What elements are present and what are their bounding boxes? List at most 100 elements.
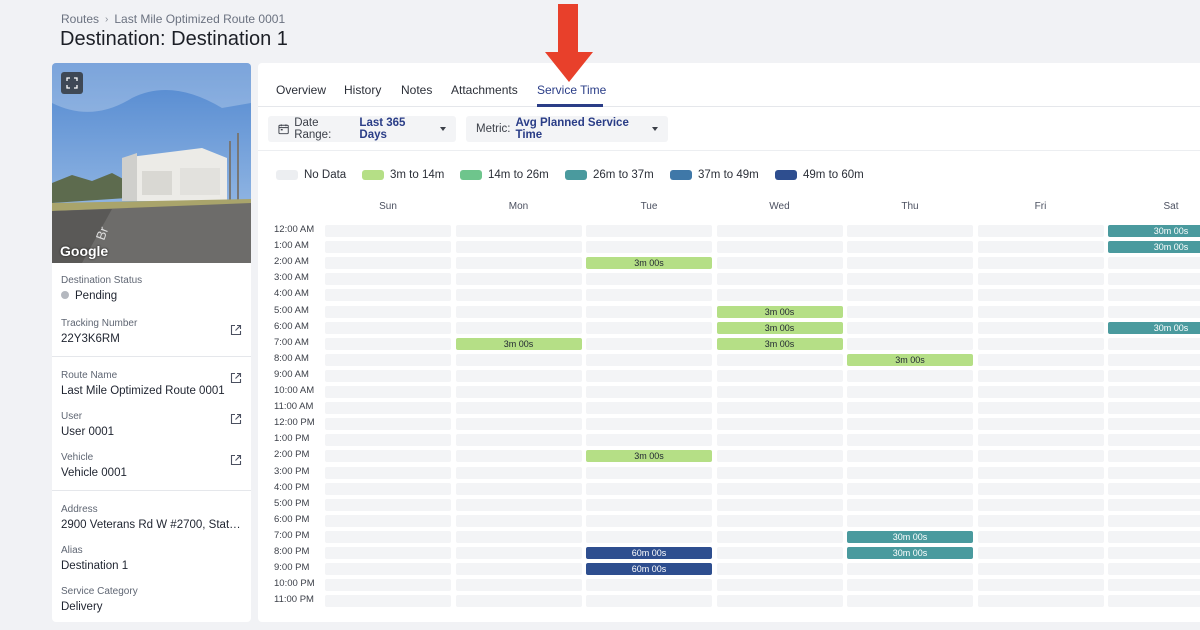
heatmap-cell[interactable] — [1108, 514, 1200, 527]
heatmap-cell[interactable] — [847, 337, 973, 350]
heatmap-cell[interactable] — [455, 418, 582, 431]
heatmap-cell[interactable] — [847, 225, 973, 237]
heatmap-cell[interactable] — [977, 466, 1104, 479]
heatmap-cell[interactable] — [1108, 369, 1200, 382]
heatmap-cell[interactable] — [847, 369, 973, 382]
heatmap-cell[interactable] — [455, 353, 582, 366]
heatmap-cell[interactable] — [847, 402, 973, 415]
heatmap-cell[interactable] — [586, 530, 712, 543]
heatmap-cell[interactable]: 60m 00s — [586, 563, 712, 576]
heatmap-cell[interactable] — [325, 289, 451, 302]
heatmap-cell[interactable] — [1108, 402, 1200, 415]
heatmap-cell[interactable]: 30m 00s — [1108, 225, 1200, 237]
heatmap-cell[interactable] — [716, 563, 843, 576]
heatmap-cell[interactable] — [586, 337, 712, 350]
heatmap-cell[interactable] — [847, 273, 973, 286]
heatmap-cell[interactable] — [455, 547, 582, 559]
heatmap-cell[interactable] — [1108, 353, 1200, 366]
heatmap-cell[interactable] — [586, 305, 712, 318]
heatmap-cell[interactable] — [455, 305, 582, 318]
heatmap-cell[interactable] — [325, 353, 451, 366]
heatmap-cell[interactable] — [455, 450, 582, 463]
heatmap-cell[interactable] — [977, 498, 1104, 511]
tab-service-time[interactable]: Service Time — [537, 83, 606, 97]
heatmap-cell[interactable] — [1108, 305, 1200, 318]
heatmap-cell[interactable] — [455, 563, 582, 576]
heatmap-cell[interactable] — [716, 418, 843, 431]
heatmap-cell[interactable] — [1108, 289, 1200, 302]
heatmap-cell[interactable] — [455, 498, 582, 511]
expand-icon[interactable] — [61, 72, 83, 94]
external-link-icon[interactable] — [230, 454, 242, 466]
heatmap-cell[interactable]: 30m 00s — [1108, 241, 1200, 254]
heatmap-cell[interactable] — [586, 514, 712, 527]
heatmap-cell[interactable] — [716, 386, 843, 398]
heatmap-cell[interactable] — [847, 241, 973, 254]
heatmap-cell[interactable] — [1108, 498, 1200, 511]
heatmap-cell[interactable] — [977, 257, 1104, 270]
heatmap-cell[interactable] — [847, 563, 973, 576]
heatmap-cell[interactable] — [325, 579, 451, 592]
heatmap-cell[interactable]: 60m 00s — [586, 547, 712, 559]
heatmap-cell[interactable] — [586, 386, 712, 398]
breadcrumb-routes-link[interactable]: Routes — [61, 12, 99, 26]
heatmap-cell[interactable]: 30m 00s — [847, 547, 973, 559]
heatmap-cell[interactable] — [716, 289, 843, 302]
heatmap-cell[interactable] — [325, 530, 451, 543]
heatmap-cell[interactable]: 3m 00s — [716, 305, 843, 318]
heatmap-cell[interactable]: 3m 00s — [847, 353, 973, 366]
heatmap-cell[interactable] — [977, 289, 1104, 302]
heatmap-cell[interactable] — [325, 321, 451, 334]
heatmap-cell[interactable] — [455, 321, 582, 334]
heatmap-cell[interactable] — [716, 369, 843, 382]
heatmap-cell[interactable]: 30m 00s — [1108, 321, 1200, 334]
heatmap-cell[interactable] — [847, 257, 973, 270]
heatmap-cell[interactable] — [716, 530, 843, 543]
heatmap-cell[interactable] — [716, 514, 843, 527]
external-link-icon[interactable] — [230, 324, 242, 336]
heatmap-cell[interactable] — [1108, 273, 1200, 286]
heatmap-cell[interactable]: 3m 00s — [455, 337, 582, 350]
heatmap-cell[interactable] — [977, 402, 1104, 415]
heatmap-cell[interactable] — [455, 225, 582, 237]
heatmap-cell[interactable] — [977, 418, 1104, 431]
heatmap-cell[interactable] — [847, 450, 973, 463]
metric-dropdown[interactable]: Metric: Avg Planned Service Time — [466, 116, 668, 142]
heatmap-cell[interactable] — [1108, 579, 1200, 592]
street-view-image[interactable]: Br Google — [52, 63, 251, 263]
heatmap-cell[interactable] — [325, 547, 451, 559]
external-link-icon[interactable] — [230, 413, 242, 425]
heatmap-cell[interactable] — [325, 514, 451, 527]
heatmap-cell[interactable]: 30m 00s — [847, 530, 973, 543]
heatmap-cell[interactable] — [847, 498, 973, 511]
heatmap-cell[interactable] — [977, 337, 1104, 350]
heatmap-cell[interactable] — [325, 482, 451, 495]
heatmap-cell[interactable] — [847, 386, 973, 398]
heatmap-cell[interactable] — [1108, 466, 1200, 479]
heatmap-cell[interactable] — [1108, 386, 1200, 398]
heatmap-cell[interactable] — [847, 305, 973, 318]
heatmap-cell[interactable] — [325, 386, 451, 398]
breadcrumb-route-link[interactable]: Last Mile Optimized Route 0001 — [114, 12, 285, 26]
heatmap-cell[interactable] — [716, 466, 843, 479]
heatmap-cell[interactable] — [325, 402, 451, 415]
tab-history[interactable]: History — [344, 83, 381, 97]
heatmap-cell[interactable] — [977, 563, 1104, 576]
heatmap-cell[interactable] — [455, 386, 582, 398]
date-range-dropdown[interactable]: Date Range: Last 365 Days — [268, 116, 456, 142]
heatmap-cell[interactable] — [716, 241, 843, 254]
heatmap-cell[interactable] — [586, 273, 712, 286]
heatmap-cell[interactable] — [847, 482, 973, 495]
tab-overview[interactable]: Overview — [276, 83, 326, 97]
heatmap-cell[interactable] — [586, 402, 712, 415]
heatmap-cell[interactable] — [586, 321, 712, 334]
heatmap-cell[interactable] — [586, 579, 712, 592]
heatmap-cell[interactable] — [586, 353, 712, 366]
heatmap-cell[interactable] — [455, 289, 582, 302]
heatmap-cell[interactable] — [1108, 450, 1200, 463]
heatmap-cell[interactable] — [1108, 257, 1200, 270]
heatmap-cell[interactable] — [455, 482, 582, 495]
heatmap-cell[interactable] — [977, 305, 1104, 318]
heatmap-cell[interactable] — [455, 402, 582, 415]
heatmap-cell[interactable] — [325, 337, 451, 350]
